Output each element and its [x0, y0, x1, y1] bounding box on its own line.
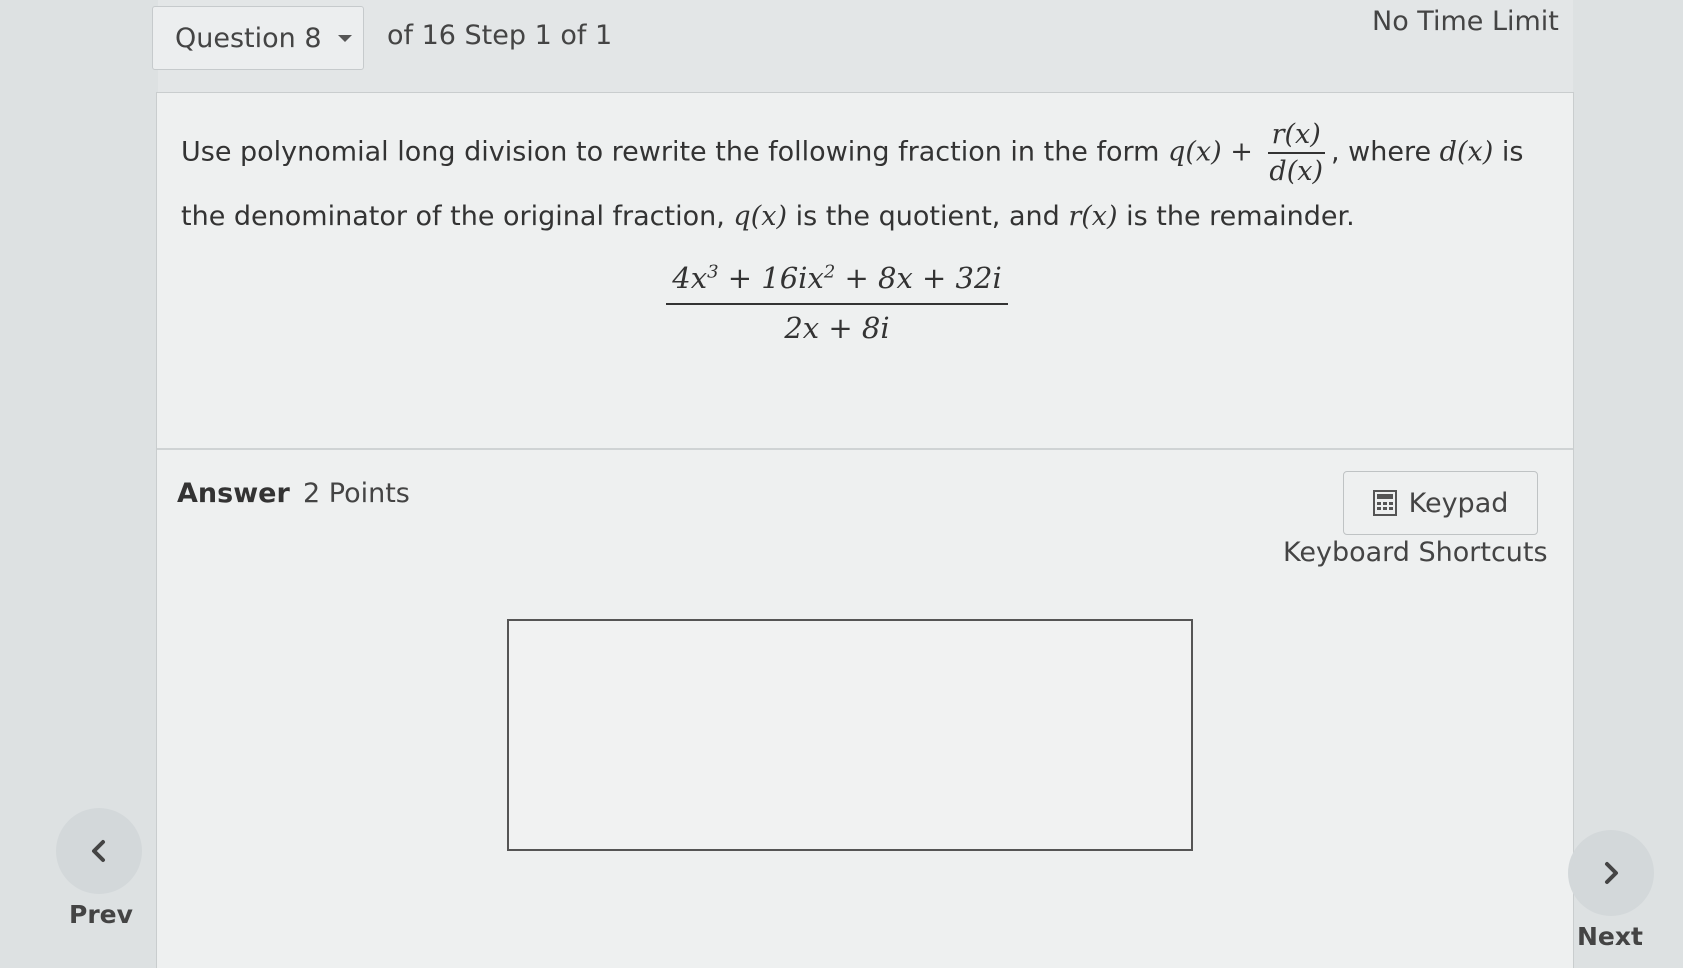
- chevron-left-icon: [92, 840, 105, 862]
- answer-label: Answer: [177, 478, 290, 509]
- r-symbol: r(x): [1068, 201, 1118, 233]
- form-fraction: r(x) d(x): [1265, 119, 1327, 187]
- time-limit: No Time Limit: [1372, 6, 1559, 37]
- rational-expression: 4x3 + 16ix2 + 8x + 32i 2x + 8i: [666, 261, 1008, 345]
- next-label[interactable]: Next: [1577, 922, 1643, 951]
- d-symbol: d(x): [1439, 136, 1494, 168]
- question-dropdown[interactable]: Question 8: [152, 6, 364, 70]
- after-r-text: is the remainder.: [1117, 201, 1355, 233]
- after-form-text: , where: [1330, 136, 1440, 168]
- num-term-a: 4x: [672, 261, 708, 295]
- form-q: q(x): [1168, 136, 1222, 168]
- form-fraction-denominator: d(x): [1269, 156, 1323, 188]
- points-value: 2 Points: [303, 478, 410, 509]
- keyboard-shortcuts-link[interactable]: Keyboard Shortcuts: [1283, 537, 1548, 568]
- q-symbol: q(x): [733, 201, 787, 233]
- expression-numerator: 4x3 + 16ix2 + 8x + 32i: [666, 261, 1008, 305]
- form-fraction-numerator: r(x): [1267, 119, 1325, 155]
- keypad-button[interactable]: Keypad: [1343, 471, 1538, 535]
- chevron-right-icon: [1605, 862, 1618, 884]
- after-q-text: is the quotient, and: [786, 201, 1069, 233]
- calculator-icon: [1372, 490, 1397, 516]
- prev-button[interactable]: [56, 808, 142, 894]
- keypad-label: Keypad: [1408, 487, 1509, 519]
- question-dropdown-label: Question 8: [175, 22, 322, 54]
- num-term-a-exponent: 3: [707, 261, 719, 283]
- prev-label[interactable]: Prev: [69, 900, 133, 929]
- num-term-b: + 16ix: [718, 261, 824, 295]
- next-button[interactable]: [1568, 830, 1654, 916]
- section-divider: [157, 448, 1573, 450]
- question-intro: Use polynomial long division to rewrite …: [181, 136, 1169, 168]
- num-term-c: + 8x + 32i: [835, 261, 1002, 295]
- num-term-b-exponent: 2: [823, 261, 836, 283]
- form-plus: +: [1221, 136, 1262, 168]
- answer-input[interactable]: [507, 619, 1193, 851]
- expression-denominator: 2x + 8i: [784, 311, 890, 345]
- question-card: Use polynomial long division to rewrite …: [156, 92, 1574, 968]
- step-info: of 16 Step 1 of 1: [387, 20, 613, 51]
- caret-down-icon: [337, 34, 352, 42]
- right-gutter: [1573, 0, 1683, 968]
- question-text: Use polynomial long division to rewrite …: [181, 119, 1551, 247]
